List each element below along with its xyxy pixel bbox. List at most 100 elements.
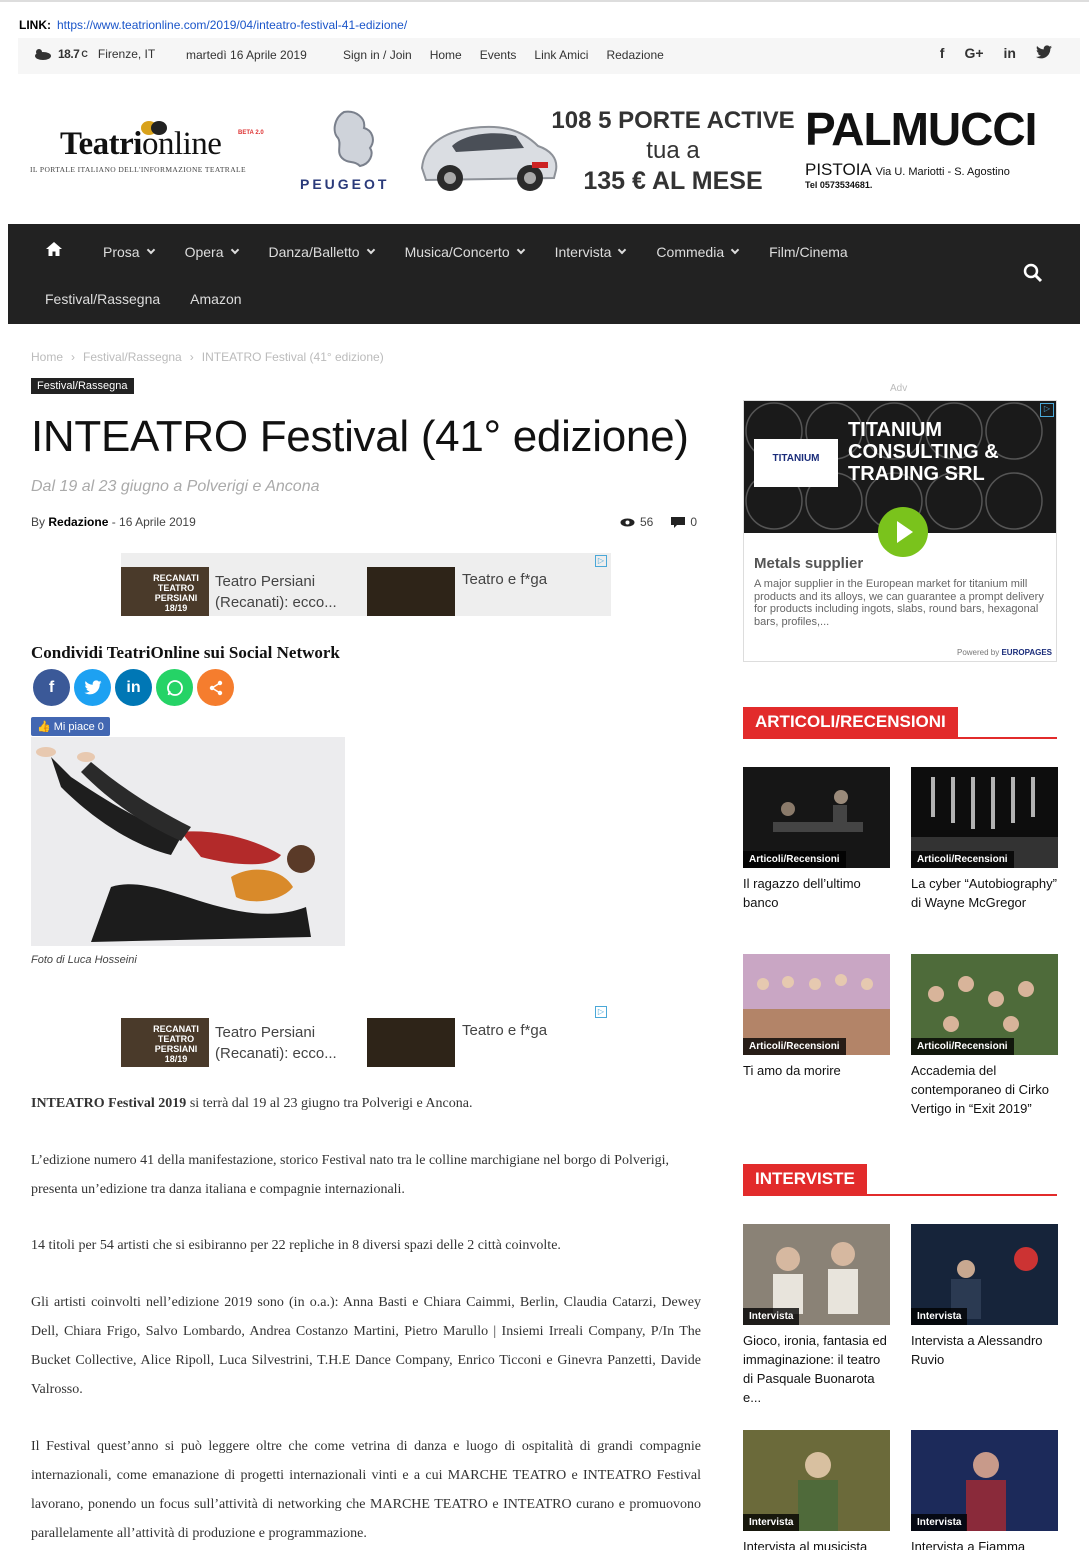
facebook-like-button[interactable]: 👍 Mi piace 0 <box>31 717 110 736</box>
author-link[interactable]: Redazione <box>48 515 108 529</box>
weather-city: Firenze, IT <box>97 47 156 61</box>
article-photo <box>31 737 345 946</box>
breadcrumb-category[interactable]: Festival/Rassegna <box>83 350 182 364</box>
top-nav-redazione[interactable]: Redazione <box>606 48 663 62</box>
card-category: Articoli/Recensioni <box>743 1038 846 1055</box>
adchoices-icon[interactable]: ▷ <box>595 555 607 567</box>
card-title[interactable]: Il ragazzo dell’ultimo banco <box>743 874 890 912</box>
nav-prosa-label: Prosa <box>103 243 140 260</box>
top-nav-events[interactable]: Events <box>480 48 517 62</box>
peugeot-brand: PEUGEOT <box>300 176 390 192</box>
sign-in-link[interactable]: Sign in / Join <box>343 48 412 62</box>
inline-ad-2[interactable]: ▷ RECANATI TEATRO PERSIANI 18/19 Teatro … <box>121 1004 611 1067</box>
top-nav-link-amici[interactable]: Link Amici <box>534 48 588 62</box>
nav-musica-concerto[interactable]: Musica/Concerto <box>405 244 525 260</box>
temperature-unit: C <box>81 49 88 59</box>
linkedin-icon[interactable]: in <box>1004 45 1016 62</box>
theatre-masks-icon <box>141 121 167 135</box>
share-buttons: f in <box>33 669 234 706</box>
ad-item-1[interactable]: Teatro Persiani (Recanati): ecco... <box>215 1022 365 1064</box>
site-logo[interactable]: Teatrionline BETA 2.0 IL PORTALE ITALIAN… <box>30 121 270 174</box>
nav-amazon[interactable]: Amazon <box>190 291 241 307</box>
card-category: Articoli/Recensioni <box>911 1038 1014 1055</box>
dealer-city: PISTOIA <box>805 160 871 179</box>
top-nav-home[interactable]: Home <box>430 48 462 62</box>
car-image <box>420 125 558 191</box>
article-subtitle: Dal 19 al 23 giugno a Polverigi e Ancona <box>31 478 320 495</box>
card-title[interactable]: Intervista a Alessandro Ruvio <box>911 1331 1058 1369</box>
card-category: Articoli/Recensioni <box>911 851 1014 868</box>
sidebar-card[interactable]: Intervista Intervista a Fiamma <box>911 1430 1058 1550</box>
card-title[interactable]: Gioco, ironia, fantasia ed immaginazione… <box>743 1331 890 1407</box>
sidebar-card[interactable]: Intervista Gioco, ironia, fantasia ed im… <box>743 1224 890 1407</box>
card-category: Intervista <box>911 1308 968 1325</box>
breadcrumb-home[interactable]: Home <box>31 350 63 364</box>
dealer-street: Via U. Mariotti - S. Agostino <box>875 166 1010 178</box>
nav-intervista[interactable]: Intervista <box>555 244 627 260</box>
ad-thumb-text: RECANATI TEATRO PERSIANI 18/19 <box>153 1024 199 1064</box>
card-image: Intervista <box>911 1430 1058 1531</box>
nav-opera-label: Opera <box>184 243 224 260</box>
europages-logo: EUROPAGES <box>1001 648 1052 657</box>
sidebar-card[interactable]: Intervista Intervista al musicista <box>743 1430 890 1550</box>
play-icon[interactable] <box>878 507 928 557</box>
breadcrumb-separator: › <box>71 350 76 364</box>
chevron-down-icon <box>618 245 627 254</box>
logo-text-a: Teatri <box>60 126 142 162</box>
comments-count[interactable]: 0 <box>671 515 697 529</box>
nav-danza-balletto[interactable]: Danza/Balletto <box>269 244 375 260</box>
share-twitter-icon[interactable] <box>74 669 111 706</box>
search-icon[interactable] <box>1022 262 1044 284</box>
nav-opera[interactable]: Opera <box>184 243 239 260</box>
sidebar-ad[interactable]: TITANIUM TITANIUM CONSULTING & TRADING S… <box>743 400 1057 662</box>
inline-ad[interactable]: ▷ RECANATI TEATRO PERSIANI 18/19 Teatro … <box>121 553 611 616</box>
card-title[interactable]: Intervista al musicista <box>743 1537 890 1550</box>
dealer-address: PISTOIA Via U. Mariotti - S. Agostino <box>805 160 1010 180</box>
sidebar-card[interactable]: Articoli/Recensioni Il ragazzo dell’ulti… <box>743 767 890 912</box>
like-label: Mi piace 0 <box>53 721 104 733</box>
section-header-articoli: ARTICOLI/RECENSIONI <box>743 707 1057 739</box>
chevron-down-icon <box>366 245 375 254</box>
article-title: INTEATRO Festival (41° edizione) <box>31 412 689 461</box>
facebook-icon[interactable]: f <box>940 45 945 62</box>
site-header: Teatrionline BETA 2.0 IL PORTALE ITALIAN… <box>8 74 1080 224</box>
main-nav: Prosa Opera Danza/Balletto Musica/Concer… <box>8 224 1080 324</box>
ad-item-2[interactable]: Teatro e f*ga <box>462 571 547 588</box>
paragraph-3: 14 titoli per 54 artisti che si esibiran… <box>31 1238 561 1253</box>
share-title: Condividi TeatriOnline sui Social Networ… <box>31 643 340 662</box>
card-title[interactable]: Intervista a Fiamma <box>911 1537 1058 1550</box>
header-banner-ad[interactable]: PEUGEOT 108 5 PORTE ACTIVE tua a 135 € A… <box>300 100 1058 200</box>
paragraph-1: INTEATRO Festival 2019 si terrà dal 19 a… <box>31 1089 701 1118</box>
nav-film-cinema[interactable]: Film/Cinema <box>769 244 848 260</box>
share-facebook-icon[interactable]: f <box>33 669 70 706</box>
ad-item-2[interactable]: Teatro e f*ga <box>462 1022 547 1039</box>
dancers-illustration <box>31 737 345 946</box>
sidebar-card[interactable]: Articoli/Recensioni La cyber “Autobiogra… <box>911 767 1058 912</box>
page-url[interactable]: https://www.teatrionline.com/2019/04/int… <box>57 18 407 32</box>
link-label: LINK: <box>19 18 51 32</box>
share-more-icon[interactable] <box>197 669 234 706</box>
nav-prosa[interactable]: Prosa <box>103 243 155 260</box>
sidebar-card[interactable]: Intervista Intervista a Alessandro Ruvio <box>911 1224 1058 1369</box>
ad-item-1[interactable]: Teatro Persiani (Recanati): ecco... <box>215 571 365 613</box>
card-title[interactable]: La cyber “Autobiography” di Wayne McGreg… <box>911 874 1058 912</box>
share-whatsapp-icon[interactable] <box>156 669 193 706</box>
nav-festival-rassegna[interactable]: Festival/Rassegna <box>45 291 160 307</box>
card-title[interactable]: Ti amo da morire <box>743 1061 890 1080</box>
home-icon[interactable] <box>45 241 63 262</box>
section-title: ARTICOLI/RECENSIONI <box>743 707 958 739</box>
twitter-icon[interactable] <box>1036 45 1052 62</box>
card-image: Articoli/Recensioni <box>911 767 1058 868</box>
ad-thumb-stage <box>367 567 455 616</box>
nav-commedia[interactable]: Commedia <box>656 244 740 260</box>
category-tag[interactable]: Festival/Rassegna <box>31 378 134 394</box>
logo-beta-badge: BETA 2.0 <box>238 130 264 136</box>
card-title[interactable]: Accademia del contemporaneo di Cirko Ver… <box>911 1061 1058 1118</box>
google-plus-icon[interactable]: G+ <box>964 45 983 62</box>
adchoices-icon[interactable]: ▷ <box>595 1006 607 1018</box>
adchoices-icon[interactable]: ▷ <box>1040 403 1054 417</box>
social-links: f G+ in <box>940 45 1052 62</box>
share-linkedin-icon[interactable]: in <box>115 669 152 706</box>
sidebar-card[interactable]: Articoli/Recensioni Ti amo da morire <box>743 954 890 1080</box>
sidebar-card[interactable]: Articoli/Recensioni Accademia del contem… <box>911 954 1058 1118</box>
